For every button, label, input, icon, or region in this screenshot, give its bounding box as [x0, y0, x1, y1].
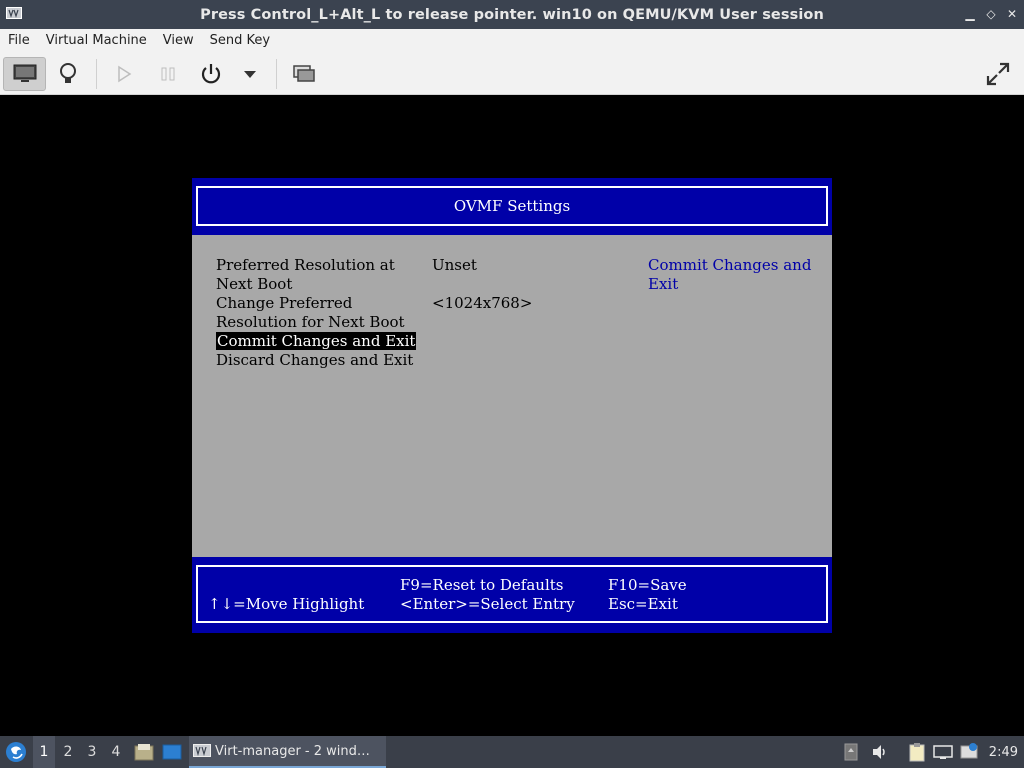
- file-manager-icon: [134, 744, 154, 761]
- workspace-3[interactable]: 3: [81, 736, 103, 768]
- key-hint-reset: F9=Reset to Defaults: [400, 576, 564, 594]
- menu-send-key[interactable]: Send Key: [202, 29, 278, 53]
- task-virt-manager[interactable]: Virt-manager - 2 wind…: [189, 736, 386, 768]
- volume-icon[interactable]: [869, 736, 891, 768]
- snapshots-button[interactable]: [288, 57, 320, 91]
- option-value-preferred-resolution: Unset: [432, 256, 477, 274]
- bios-title: OVMF Settings: [453, 197, 571, 215]
- bios-settings-window: OVMF Settings Preferred Resolution at Ne…: [192, 178, 832, 633]
- pause-icon: [161, 67, 175, 81]
- restore-icon[interactable]: ◇: [985, 6, 997, 22]
- option-label-line: Commit Changes and Exit: [216, 332, 417, 350]
- start-menu-icon: [6, 742, 26, 762]
- bios-body: Preferred Resolution at Next Boot Unset …: [192, 235, 832, 557]
- console-button[interactable]: [3, 57, 46, 91]
- window-titlebar: Press Control_L+Alt_L to release pointer…: [0, 0, 1024, 29]
- pause-button[interactable]: [152, 57, 184, 91]
- file-manager-launcher[interactable]: [132, 736, 156, 768]
- clipboard-icon[interactable]: [906, 736, 928, 768]
- workspace-2[interactable]: 2: [57, 736, 79, 768]
- help-text: Commit Changes and Exit: [648, 256, 811, 294]
- clock[interactable]: 2:49: [989, 736, 1018, 768]
- console-icon: [13, 64, 36, 82]
- desktop-icon: [162, 744, 182, 760]
- option-label-line: Change Preferred: [216, 294, 353, 312]
- option-value-change-resolution[interactable]: <1024x768>: [432, 294, 532, 313]
- power-button[interactable]: [195, 57, 227, 91]
- desktop-launcher[interactable]: [160, 736, 184, 768]
- fullscreen-icon: [986, 62, 1010, 86]
- notification-icon[interactable]: [958, 736, 980, 768]
- run-icon: [118, 65, 132, 83]
- key-hint-save: F10=Save: [608, 576, 687, 594]
- option-commit-changes[interactable]: Commit Changes and Exit: [216, 332, 417, 351]
- help-line: Exit: [648, 275, 679, 293]
- window-title: Press Control_L+Alt_L to release pointer…: [200, 6, 824, 23]
- key-hint-exit: Esc=Exit: [608, 595, 678, 613]
- menu-virtual-machine[interactable]: Virtual Machine: [38, 29, 155, 53]
- key-hint-select: <Enter>=Select Entry: [400, 595, 575, 613]
- fullscreen-button[interactable]: [980, 57, 1016, 91]
- minimize-icon[interactable]: ▁: [964, 6, 976, 22]
- menu-file[interactable]: File: [0, 29, 38, 53]
- toolbar-separator: [96, 59, 97, 89]
- toolbar-separator: [276, 59, 277, 89]
- option-change-preferred-resolution[interactable]: Change Preferred Resolution for Next Boo…: [216, 294, 405, 332]
- option-discard-changes[interactable]: Discard Changes and Exit: [216, 351, 413, 370]
- option-label-line: Next Boot: [216, 275, 293, 293]
- drive-icon[interactable]: [842, 736, 860, 768]
- task-label: Virt-manager - 2 wind…: [215, 743, 370, 759]
- menu-bar: File Virtual Machine View Send Key: [0, 29, 1024, 53]
- help-line: Commit Changes and: [648, 256, 812, 274]
- bios-footer: F9=Reset to Defaults F10=Save ↑↓=Move Hi…: [192, 557, 832, 633]
- vm-icon: [193, 744, 211, 757]
- power-menu-icon: [244, 71, 256, 78]
- power-menu-button[interactable]: [238, 57, 262, 91]
- power-icon: [201, 64, 221, 84]
- start-menu-button[interactable]: [2, 736, 30, 768]
- bios-header: OVMF Settings: [192, 178, 832, 235]
- menu-view[interactable]: View: [155, 29, 202, 53]
- network-icon[interactable]: [932, 736, 954, 768]
- option-label-line: Preferred Resolution at: [216, 256, 395, 274]
- workspace-1[interactable]: 1: [33, 736, 55, 768]
- vm-display[interactable]: OVMF Settings Preferred Resolution at Ne…: [0, 95, 1024, 736]
- details-icon: [60, 63, 76, 83]
- workspace-4[interactable]: 4: [105, 736, 127, 768]
- key-hint-move: ↑↓=Move Highlight: [208, 595, 365, 613]
- close-icon[interactable]: ✕: [1006, 6, 1018, 22]
- option-label-line: Resolution for Next Boot: [216, 313, 405, 331]
- details-button[interactable]: [50, 57, 86, 91]
- run-button[interactable]: [108, 57, 140, 91]
- vm-icon: [6, 7, 22, 19]
- option-preferred-resolution[interactable]: Preferred Resolution at Next Boot: [216, 256, 395, 294]
- taskbar: 1 2 3 4 Virt-manager - 2 wind… 2:49: [0, 736, 1024, 768]
- option-label-line: Discard Changes and Exit: [216, 351, 414, 369]
- toolbar: [0, 53, 1024, 95]
- snapshots-icon: [293, 65, 315, 82]
